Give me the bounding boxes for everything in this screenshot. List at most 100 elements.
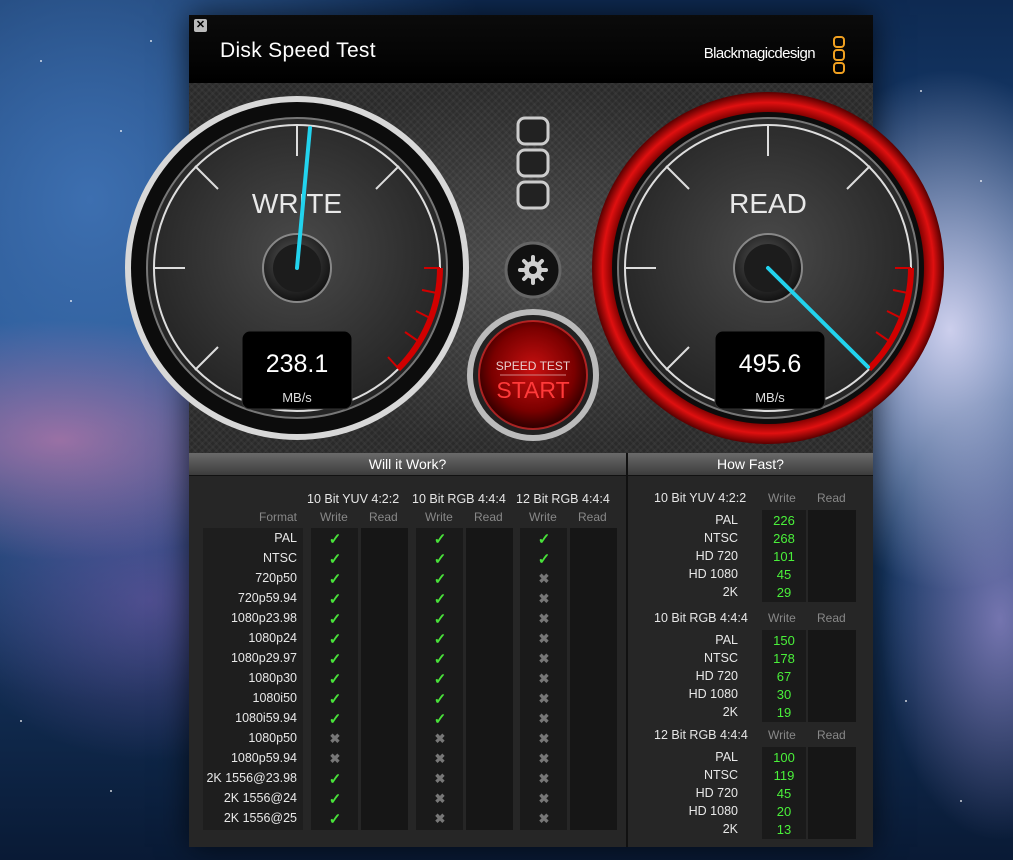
check-icon: ✓ (328, 651, 342, 668)
cross-icon: ✖ (538, 591, 550, 606)
col-read-header: Read (817, 728, 846, 742)
check-icon: ✓ (433, 651, 447, 668)
cross-icon: ✖ (329, 751, 341, 766)
format-label: 1080i50 (252, 691, 298, 705)
how-fast-format: HD 1080 (688, 804, 738, 818)
col-read-header: Read (817, 491, 846, 505)
cross-icon: ✖ (434, 811, 446, 826)
cross-icon: ✖ (538, 611, 550, 626)
format-label: 720p50 (255, 571, 297, 585)
col-read-header: Read (369, 510, 398, 524)
start-button-top-label: SPEED TEST (496, 359, 571, 373)
format-label: 2K 1556@23.98 (206, 771, 297, 785)
check-icon: ✓ (328, 711, 342, 728)
start-button-label: START (496, 377, 569, 403)
check-icon: ✓ (328, 611, 342, 628)
how-fast-group-name: 12 Bit RGB 4:4:4 (654, 728, 748, 742)
col-write-header: Write (425, 510, 453, 524)
how-fast-format: NTSC (703, 768, 738, 782)
cross-icon: ✖ (434, 731, 446, 746)
check-icon: ✓ (433, 531, 447, 548)
how-fast-write-value: 101 (773, 549, 795, 564)
cross-icon: ✖ (434, 751, 446, 766)
check-icon: ✓ (433, 691, 447, 708)
how-fast-write-value: 268 (773, 531, 795, 546)
will-it-work-panel: Will it Work? 10 Bit YUV 4:2:2 Write Read 1… (189, 453, 626, 847)
start-button[interactable]: SPEED TEST START (467, 309, 599, 441)
read-column-bg (808, 510, 856, 602)
format-label: 1080p30 (248, 671, 297, 685)
format-label: 1080p29.97 (230, 651, 297, 665)
format-label: 1080p59.94 (230, 751, 297, 765)
group-header: 10 Bit RGB 4:4:4 (412, 492, 506, 506)
format-label: PAL (274, 531, 297, 545)
star (110, 790, 112, 792)
gauge-area: WRITE 238.1 MB/s READ 495.6 MB/s SPEED T… (125, 83, 944, 453)
how-fast-write-value: 13 (776, 822, 792, 837)
how-fast-format: HD 720 (695, 669, 738, 683)
format-label: 2K 1556@24 (223, 791, 297, 805)
cross-icon: ✖ (538, 691, 550, 706)
format-label: 1080p50 (248, 731, 297, 745)
cross-icon: ✖ (434, 791, 446, 806)
read-gauge-label: READ (729, 188, 807, 219)
check-icon: ✓ (328, 531, 342, 548)
how-fast-write-value: 226 (773, 513, 795, 528)
how-fast-group-name: 10 Bit RGB 4:4:4 (654, 611, 748, 625)
col-write-header: Write (529, 510, 557, 524)
how-fast-format: 2K (722, 822, 738, 836)
how-fast-write-value: 45 (776, 567, 792, 582)
cross-icon: ✖ (538, 671, 550, 686)
col-write-header: Write (768, 611, 796, 625)
check-icon: ✓ (328, 631, 342, 648)
how-fast-format: NTSC (703, 651, 738, 665)
format-label: 1080p23.98 (230, 611, 297, 625)
how-fast-panel: How Fast? 10 Bit YUV 4:2:2 Write Read PAL 22… (628, 453, 873, 847)
how-fast-write-value: 19 (776, 705, 792, 720)
how-fast-write-value: 119 (773, 768, 795, 783)
how-fast-format: HD 720 (695, 549, 738, 563)
check-icon: ✓ (537, 551, 551, 568)
check-icon: ✓ (537, 531, 551, 548)
col-write-header: Write (320, 510, 348, 524)
how-fast-write-value: 30 (776, 687, 792, 702)
read-column-bg (808, 630, 856, 722)
format-label: 1080p24 (248, 631, 297, 645)
check-icon: ✓ (328, 771, 342, 788)
cross-icon: ✖ (538, 651, 550, 666)
col-read-header: Read (578, 510, 607, 524)
how-fast-format: HD 1080 (688, 567, 738, 581)
check-icon: ✓ (328, 791, 342, 808)
how-fast-write-value: 100 (773, 750, 795, 765)
star (20, 720, 22, 722)
how-fast-format: PAL (715, 513, 738, 527)
cross-icon: ✖ (538, 751, 550, 766)
how-fast-format: 2K (722, 585, 738, 599)
check-icon: ✓ (433, 571, 447, 588)
how-fast-format: PAL (715, 633, 738, 647)
how-fast-write-value: 45 (776, 786, 792, 801)
group-header: 10 Bit YUV 4:2:2 (307, 492, 400, 506)
check-icon: ✓ (328, 551, 342, 568)
star (905, 700, 907, 702)
will-it-work-title: Will it Work? (189, 453, 626, 476)
read-column-bg (570, 528, 617, 830)
settings-gear-icon[interactable] (504, 241, 562, 299)
format-label: 1080i59.94 (235, 711, 297, 725)
disk-speed-test-window: ✕ Disk Speed Test Blackmagicdesign WRITE… (125, 15, 944, 847)
cross-icon: ✖ (538, 791, 550, 806)
how-fast-write-value: 150 (773, 633, 795, 648)
col-read-header: Read (817, 611, 846, 625)
read-unit: MB/s (755, 390, 785, 405)
group-header: 12 Bit RGB 4:4:4 (516, 492, 610, 506)
cross-icon: ✖ (329, 731, 341, 746)
write-gauge: WRITE 238.1 MB/s (125, 96, 469, 440)
check-icon: ✓ (433, 711, 447, 728)
check-icon: ✓ (433, 631, 447, 648)
format-label: NTSC (262, 551, 297, 565)
gauges-svg: WRITE 238.1 MB/s READ 495.6 MB/s SPEED T… (125, 92, 944, 444)
cross-icon: ✖ (538, 711, 550, 726)
write-value: 238.1 (266, 350, 329, 378)
how-fast-format: PAL (715, 750, 738, 764)
how-fast-write-value: 178 (773, 651, 795, 666)
